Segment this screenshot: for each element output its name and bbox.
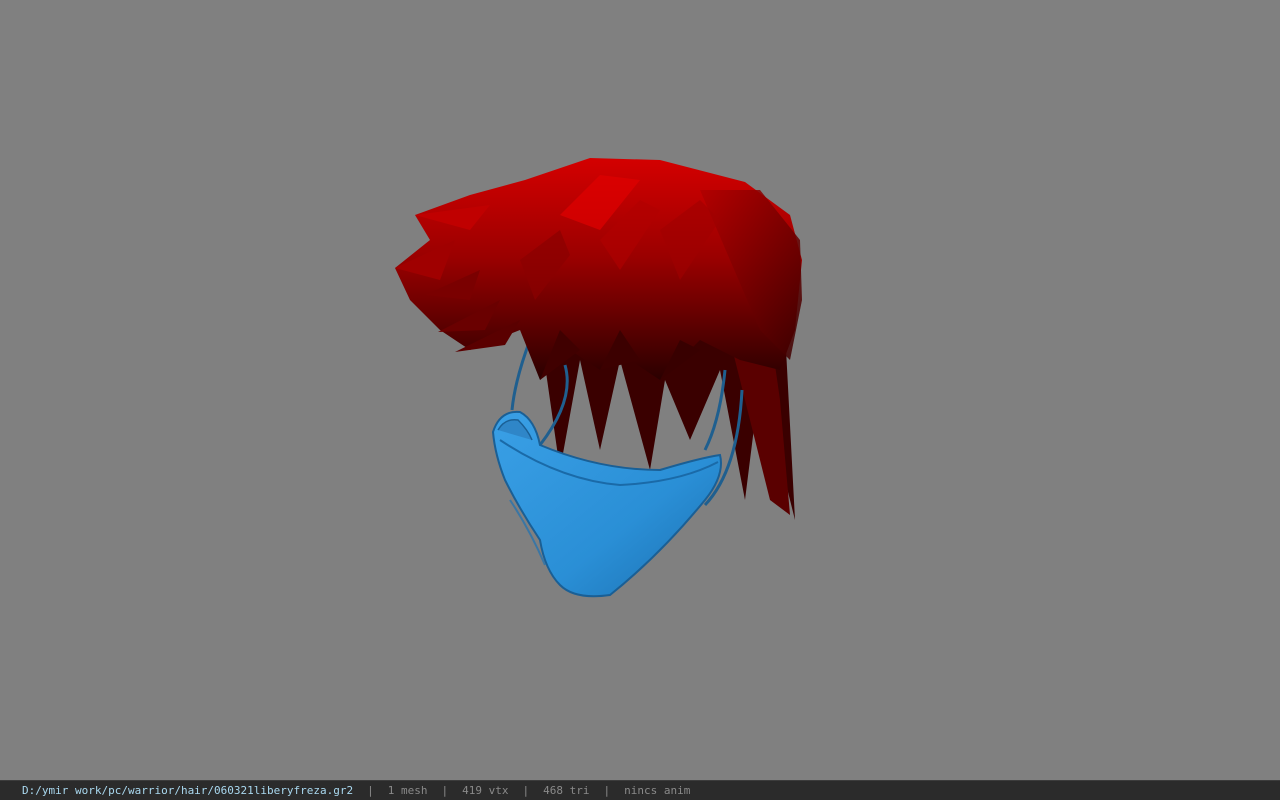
status-bar: D:/ymir work/pc/warrior/hair/060321liber…	[0, 780, 1280, 800]
animation-status: nincs anim	[624, 784, 691, 797]
separator: |	[522, 784, 530, 797]
separator: |	[603, 784, 611, 797]
vertex-count: 419 vtx	[462, 784, 509, 797]
file-path: D:/ymir work/pc/warrior/hair/060321liber…	[22, 784, 354, 797]
separator: |	[441, 784, 449, 797]
triangle-count: 468 tri	[543, 784, 590, 797]
3d-viewport[interactable]	[0, 0, 1280, 780]
face-mask	[491, 410, 722, 598]
separator: |	[367, 784, 374, 797]
model-render[interactable]	[0, 0, 1280, 780]
mesh-count: 1 mesh	[387, 784, 428, 797]
hair-main	[395, 158, 802, 380]
